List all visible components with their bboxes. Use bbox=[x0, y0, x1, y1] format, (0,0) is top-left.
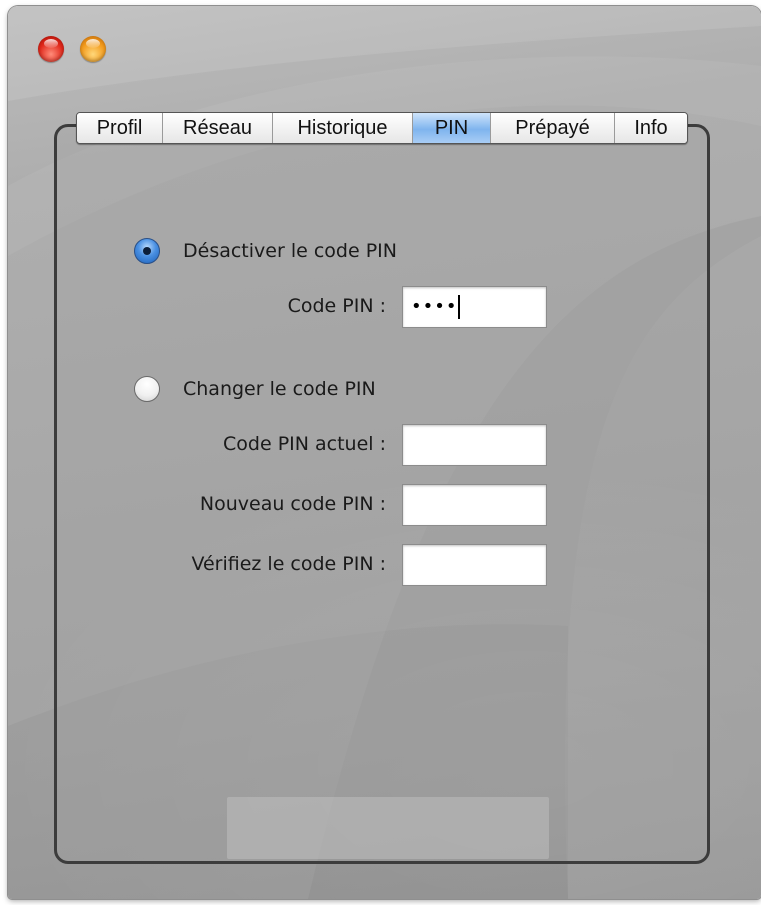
disable-pin-radio[interactable] bbox=[134, 238, 160, 264]
new-pin-label: Nouveau code PIN : bbox=[199, 493, 386, 515]
close-window-button[interactable] bbox=[38, 36, 64, 62]
verify-pin-input[interactable] bbox=[402, 544, 547, 586]
tab-bar: Profil Réseau Historique PIN Prépayé Inf… bbox=[76, 112, 688, 144]
change-pin-label: Changer le code PIN bbox=[183, 378, 376, 400]
tab-info[interactable]: Info bbox=[615, 113, 687, 143]
text-caret bbox=[458, 295, 461, 319]
current-pin-input[interactable] bbox=[402, 424, 547, 466]
code-pin-masked-value: •••• bbox=[411, 296, 458, 317]
tab-pin[interactable]: PIN bbox=[413, 113, 491, 143]
verify-pin-label: Vérifiez le code PIN : bbox=[191, 553, 386, 575]
tab-reseau[interactable]: Réseau bbox=[163, 113, 273, 143]
radio-selected-dot bbox=[143, 247, 151, 255]
disable-pin-label: Désactiver le code PIN bbox=[183, 240, 397, 262]
tab-profil[interactable]: Profil bbox=[77, 113, 163, 143]
tab-historique[interactable]: Historique bbox=[273, 113, 413, 143]
code-pin-label: Code PIN : bbox=[287, 295, 386, 317]
new-pin-input[interactable] bbox=[402, 484, 547, 526]
code-pin-input[interactable]: •••• bbox=[402, 286, 547, 328]
minimize-window-button[interactable] bbox=[80, 36, 106, 62]
tab-prepaye[interactable]: Prépayé bbox=[491, 113, 615, 143]
disabled-button-area bbox=[227, 797, 549, 859]
change-pin-radio[interactable] bbox=[134, 376, 160, 402]
current-pin-label: Code PIN actuel : bbox=[223, 433, 386, 455]
